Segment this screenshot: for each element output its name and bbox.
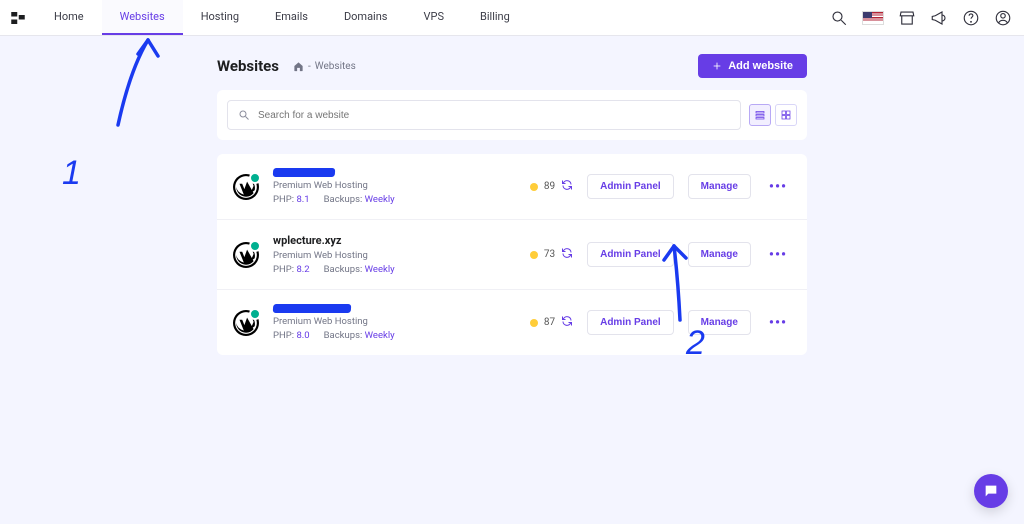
add-website-label: Add website (728, 60, 793, 72)
add-website-button[interactable]: Add website (698, 54, 807, 78)
wordpress-icon (233, 242, 259, 268)
backups-label: Backups: (324, 330, 363, 341)
nav-tab-domains[interactable]: Domains (326, 0, 406, 35)
view-toggles (749, 104, 797, 126)
refresh-icon[interactable] (561, 247, 573, 262)
search-input[interactable] (258, 110, 730, 121)
refresh-icon[interactable] (561, 315, 573, 330)
megaphone-icon[interactable] (930, 9, 948, 27)
admin-panel-button[interactable]: Admin Panel (587, 310, 674, 335)
site-name-redacted (273, 304, 516, 313)
site-score: 89 (530, 179, 573, 194)
page-title: Websites (217, 57, 279, 75)
site-plan: Premium Web Hosting (273, 316, 516, 327)
plus-icon (712, 61, 722, 71)
page-content: Websites - Websites Add website (0, 36, 1024, 355)
site-score: 87 (530, 315, 573, 330)
score-dot-icon (530, 251, 538, 259)
site-score: 73 (530, 247, 573, 262)
top-right-actions (830, 0, 1012, 35)
backups-label: Backups: (324, 264, 363, 275)
site-meta: wplecture.xyz Premium Web Hosting PHP: 8… (273, 234, 516, 275)
locale-flag-us[interactable] (862, 11, 884, 25)
site-name[interactable]: wplecture.xyz (273, 234, 516, 247)
store-icon[interactable] (898, 9, 916, 27)
site-row: Premium Web Hosting PHP: 8.1 Backups: We… (217, 154, 807, 220)
chat-bubble-button[interactable] (974, 474, 1008, 508)
backups-value[interactable]: Weekly (365, 194, 395, 205)
score-value: 73 (544, 249, 555, 260)
site-plan: Premium Web Hosting (273, 250, 516, 261)
refresh-icon[interactable] (561, 179, 573, 194)
nav-tab-emails[interactable]: Emails (257, 0, 326, 35)
websites-list: Premium Web Hosting PHP: 8.1 Backups: We… (217, 154, 807, 355)
wordpress-icon (233, 174, 259, 200)
breadcrumb-current: Websites (315, 61, 356, 72)
more-actions-icon[interactable]: ••• (765, 247, 791, 263)
php-version[interactable]: 8.2 (296, 264, 309, 275)
backups-value[interactable]: Weekly (365, 330, 395, 341)
site-meta: Premium Web Hosting PHP: 8.0 Backups: We… (273, 304, 516, 341)
php-version[interactable]: 8.1 (296, 194, 309, 205)
nav-tab-vps[interactable]: VPS (406, 0, 462, 35)
site-row: wplecture.xyz Premium Web Hosting PHP: 8… (217, 220, 807, 290)
admin-panel-button[interactable]: Admin Panel (587, 174, 674, 199)
breadcrumb-sep: - (308, 61, 311, 72)
nav-tab-hosting[interactable]: Hosting (183, 0, 257, 35)
list-view-toggle[interactable] (749, 104, 771, 126)
site-stats: PHP: 8.2 Backups: Weekly (273, 264, 516, 275)
manage-button[interactable]: Manage (688, 310, 751, 335)
nav-tab-billing[interactable]: Billing (462, 0, 528, 35)
admin-panel-button[interactable]: Admin Panel (587, 242, 674, 267)
php-label: PHP: (273, 194, 294, 205)
site-plan: Premium Web Hosting (273, 180, 516, 191)
backups-value[interactable]: Weekly (365, 264, 395, 275)
score-dot-icon (530, 183, 538, 191)
brand-logo[interactable] (0, 0, 36, 35)
site-meta: Premium Web Hosting PHP: 8.1 Backups: We… (273, 168, 516, 205)
search-icon[interactable] (830, 9, 848, 27)
search-box[interactable] (227, 100, 741, 130)
search-icon (238, 109, 250, 121)
php-label: PHP: (273, 330, 294, 341)
more-actions-icon[interactable]: ••• (765, 315, 791, 331)
breadcrumb: - Websites (293, 61, 356, 72)
nav-tab-websites[interactable]: Websites (102, 0, 183, 35)
site-row: Premium Web Hosting PHP: 8.0 Backups: We… (217, 290, 807, 355)
nav-tab-home[interactable]: Home (36, 0, 102, 35)
site-stats: PHP: 8.0 Backups: Weekly (273, 330, 516, 341)
more-actions-icon[interactable]: ••• (765, 179, 791, 195)
php-label: PHP: (273, 264, 294, 275)
site-stats: PHP: 8.1 Backups: Weekly (273, 194, 516, 205)
account-icon[interactable] (994, 9, 1012, 27)
home-icon (293, 61, 304, 72)
manage-button[interactable]: Manage (688, 242, 751, 267)
chat-icon (983, 483, 999, 499)
site-name-redacted (273, 168, 516, 177)
score-dot-icon (530, 319, 538, 327)
score-value: 87 (544, 317, 555, 328)
grid-view-toggle[interactable] (775, 104, 797, 126)
manage-button[interactable]: Manage (688, 174, 751, 199)
search-card (217, 90, 807, 140)
help-icon[interactable] (962, 9, 980, 27)
top-nav: Home Websites Hosting Emails Domains VPS… (0, 0, 1024, 36)
backups-label: Backups: (324, 194, 363, 205)
wordpress-icon (233, 310, 259, 336)
nav-tabs: Home Websites Hosting Emails Domains VPS… (36, 0, 528, 35)
php-version[interactable]: 8.0 (296, 330, 309, 341)
score-value: 89 (544, 181, 555, 192)
page-header: Websites - Websites Add website (217, 54, 807, 78)
